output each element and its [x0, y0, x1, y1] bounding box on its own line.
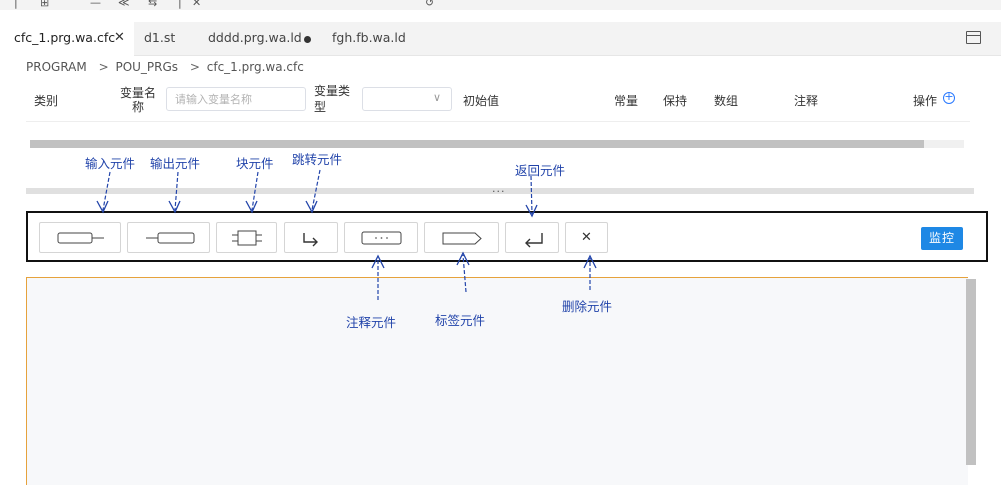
annotation-output-element: 输出元件 [150, 156, 201, 171]
annotation-block-element: 块元件 [236, 156, 274, 171]
annotation-delete-element: 删除元件 [562, 299, 613, 314]
annotation-jump-element: 跳转元件 [292, 152, 343, 167]
annotation-label-element: 标签元件 [435, 313, 486, 328]
annotation-input-element: 输入元件 [85, 156, 136, 171]
annotation-arrows [96, 169, 597, 300]
annotation-return-element: 返回元件 [515, 163, 566, 178]
annotation-comment-element: 注释元件 [346, 315, 397, 330]
